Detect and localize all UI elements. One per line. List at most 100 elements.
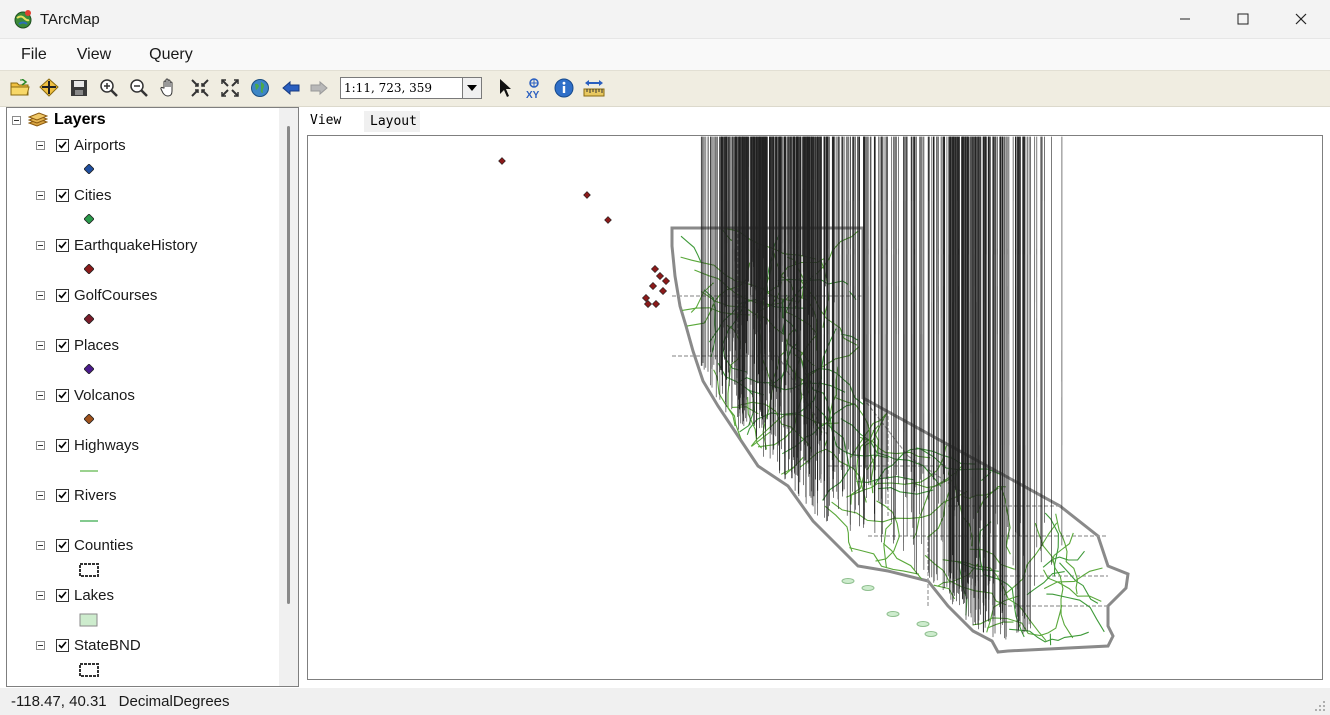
toc-layer-airports[interactable]: Airports <box>36 135 126 155</box>
collapse-icon[interactable] <box>36 590 45 600</box>
menu-query[interactable]: Query <box>145 46 197 64</box>
measure-ruler-icon[interactable] <box>582 76 606 100</box>
map-scale-combobox[interactable]: 1:11, 723, 359 <box>340 77 482 99</box>
layer-visibility-checkbox[interactable] <box>56 488 69 502</box>
minimize-icon <box>1180 18 1190 20</box>
highway-line <box>823 366 839 449</box>
layer-name: Rivers <box>74 486 117 504</box>
tab-view[interactable]: View <box>304 108 362 132</box>
earthquake-point <box>604 216 612 224</box>
back-arrow-icon[interactable] <box>279 76 303 100</box>
toc-layer-rivers[interactable]: Rivers <box>36 485 117 505</box>
identify-info-icon[interactable] <box>552 76 576 100</box>
collapse-icon[interactable] <box>36 190 45 200</box>
layer-visibility-checkbox[interactable] <box>56 538 69 552</box>
minimize-button[interactable] <box>1156 0 1214 38</box>
toc-scrollbar[interactable] <box>279 108 298 686</box>
map-scale-value: 1:11, 723, 359 <box>344 81 433 95</box>
layer-name: EarthquakeHistory <box>74 236 198 254</box>
layer-visibility-checkbox[interactable] <box>56 138 69 152</box>
toc-layer-statebnd[interactable]: StateBND <box>36 635 141 655</box>
maximize-button[interactable] <box>1214 0 1272 38</box>
window-title: TArcMap <box>40 10 100 28</box>
collapse-icon[interactable] <box>36 440 45 450</box>
fixed-zoom-in-icon[interactable] <box>188 76 212 100</box>
resize-grip-icon[interactable] <box>1314 700 1326 712</box>
layer-name: Highways <box>74 436 140 454</box>
pan-hand-icon[interactable] <box>157 76 181 100</box>
toc-layer-cities[interactable]: Cities <box>36 185 112 205</box>
toc-root-label: Layers <box>54 111 106 128</box>
toc-scrollbar-thumb[interactable] <box>287 126 290 604</box>
layer-symbol-polygon-outline <box>79 663 99 677</box>
layer-visibility-checkbox[interactable] <box>56 388 69 402</box>
select-pointer-icon[interactable] <box>493 76 517 100</box>
zoom-in-icon[interactable] <box>97 76 121 100</box>
toc-layer-places[interactable]: Places <box>36 335 119 355</box>
toc-layer-counties[interactable]: Counties <box>36 535 133 555</box>
tab-layout[interactable]: Layout <box>364 111 420 132</box>
toc-layer-earthquakehistory[interactable]: EarthquakeHistory <box>36 235 197 255</box>
layer-name: Volcanos <box>74 386 135 404</box>
layer-symbol-line <box>80 470 98 472</box>
fixed-zoom-out-icon[interactable] <box>218 76 242 100</box>
layer-visibility-checkbox[interactable] <box>56 188 69 202</box>
layer-name: Counties <box>74 536 134 554</box>
save-icon[interactable] <box>67 76 91 100</box>
collapse-icon[interactable] <box>36 140 45 150</box>
collapse-icon[interactable] <box>36 340 45 350</box>
cursor-coordinates: -118.47, 40.31 <box>11 693 107 710</box>
collapse-icon[interactable] <box>36 490 45 500</box>
layer-visibility-checkbox[interactable] <box>56 238 69 252</box>
chevron-down-icon[interactable] <box>462 78 481 98</box>
collapse-icon[interactable] <box>36 390 45 400</box>
toc-layer-golfcourses[interactable]: GolfCourses <box>36 285 157 305</box>
collapse-icon[interactable] <box>36 540 45 550</box>
toolbar: 1:11, 723, 359 XY <box>0 70 1330 107</box>
highway-line <box>816 230 859 275</box>
toc-layer-lakes[interactable]: Lakes <box>36 585 114 605</box>
collapse-icon[interactable] <box>36 640 45 650</box>
forward-arrow-icon[interactable] <box>307 76 331 100</box>
status-bar: -118.47, 40.31 DecimalDegrees <box>0 688 1330 715</box>
layer-name: Lakes <box>74 586 115 604</box>
layer-symbol-polygon-outline <box>79 563 99 577</box>
map-canvas[interactable] <box>307 135 1323 680</box>
layer-name: Places <box>74 336 120 354</box>
layer-symbol-diamond <box>84 164 94 174</box>
earthquake-point <box>661 276 671 286</box>
zoom-out-icon[interactable] <box>127 76 151 100</box>
maximize-icon <box>1237 13 1249 25</box>
california-map[interactable] <box>308 136 1322 679</box>
layer-visibility-checkbox[interactable] <box>56 438 69 452</box>
river-line <box>1003 522 1058 596</box>
earthquake-point <box>498 157 506 165</box>
layer-visibility-checkbox[interactable] <box>56 588 69 602</box>
table-of-contents: Layers Airports Cities EarthquakeHistory Go… <box>6 107 299 687</box>
earthquake-point <box>650 264 660 274</box>
earthquake-point <box>655 271 665 281</box>
toc-layer-highways[interactable]: Highways <box>36 435 139 455</box>
title-bar: TArcMap <box>0 0 1330 39</box>
go-to-xy-icon[interactable]: XY <box>522 76 546 100</box>
menu-file[interactable]: File <box>17 46 51 64</box>
collapse-icon[interactable] <box>36 240 45 250</box>
close-button[interactable] <box>1272 0 1330 38</box>
toc-root[interactable]: Layers <box>12 110 106 130</box>
add-data-icon[interactable] <box>37 76 61 100</box>
open-folder-icon[interactable] <box>8 76 32 100</box>
lake-polygon <box>886 611 900 617</box>
toc-layer-volcanos[interactable]: Volcanos <box>36 385 135 405</box>
collapse-icon[interactable] <box>12 115 21 125</box>
collapse-icon[interactable] <box>36 290 45 300</box>
menu-view[interactable]: View <box>73 46 115 64</box>
full-extent-globe-icon[interactable] <box>248 76 272 100</box>
layer-symbol-diamond <box>84 314 94 324</box>
layer-visibility-checkbox[interactable] <box>56 288 69 302</box>
layer-symbol-polygon-fill <box>79 613 98 627</box>
layer-visibility-checkbox[interactable] <box>56 638 69 652</box>
layer-name: StateBND <box>74 636 141 654</box>
layer-symbol-line <box>80 520 98 522</box>
menu-bar: File View Query <box>0 39 1330 70</box>
layer-visibility-checkbox[interactable] <box>56 338 69 352</box>
